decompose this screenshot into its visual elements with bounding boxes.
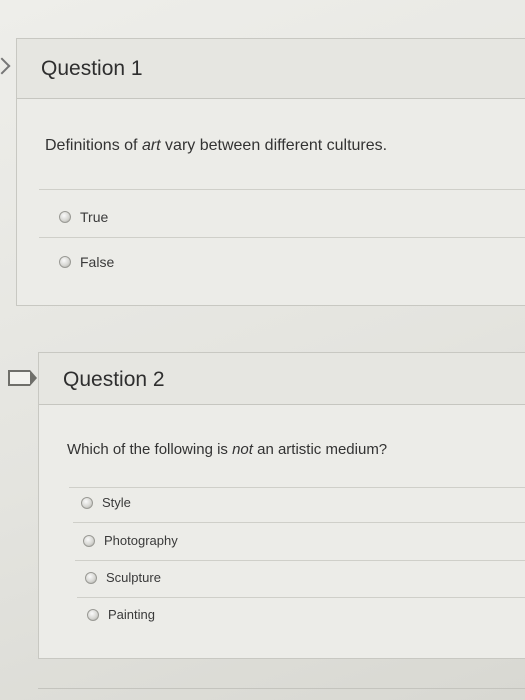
divider bbox=[77, 597, 525, 598]
radio-button-icon[interactable] bbox=[59, 256, 71, 268]
radio-button-icon[interactable] bbox=[87, 608, 99, 621]
divider bbox=[75, 560, 525, 561]
radio-button-icon[interactable] bbox=[59, 211, 71, 223]
question-1-prompt: Definitions of art vary between differen… bbox=[45, 137, 387, 155]
chevron-right-icon[interactable] bbox=[0, 57, 11, 75]
option-label: False bbox=[80, 254, 115, 270]
option-label: Painting bbox=[108, 607, 155, 622]
option-style[interactable]: Style bbox=[81, 495, 131, 510]
question-2-card: Question 2 Which of the following is not… bbox=[38, 352, 525, 659]
radio-button-icon[interactable] bbox=[85, 571, 97, 584]
quiz-page: Question 1 Definitions of art vary betwe… bbox=[0, 0, 525, 700]
question-2-title: Question 2 bbox=[63, 368, 165, 391]
divider bbox=[73, 522, 525, 523]
question-1-title: Question 1 bbox=[41, 57, 143, 80]
question-1-prompt-end: vary between different cultures. bbox=[160, 137, 388, 154]
radio-button-icon[interactable] bbox=[83, 534, 95, 547]
divider bbox=[69, 487, 525, 488]
question-1-prompt-emphasis: art bbox=[141, 137, 161, 154]
option-true[interactable]: True bbox=[59, 209, 108, 225]
divider bbox=[38, 688, 525, 689]
option-label: Style bbox=[102, 495, 131, 510]
question-1-header: Question 1 bbox=[17, 39, 525, 99]
question-2-prompt-start: Which of the following is bbox=[67, 441, 233, 458]
option-label: Sculpture bbox=[106, 570, 161, 585]
option-sculpture[interactable]: Sculpture bbox=[85, 570, 161, 585]
question-1-card: Question 1 Definitions of art vary betwe… bbox=[16, 38, 525, 306]
option-painting[interactable]: Painting bbox=[87, 607, 155, 622]
option-photography[interactable]: Photography bbox=[83, 533, 178, 548]
bookmark-flag-icon[interactable] bbox=[8, 370, 37, 386]
question-2-prompt: Which of the following is not an artisti… bbox=[67, 441, 387, 458]
question-2-prompt-emphasis: not bbox=[232, 441, 253, 458]
question-2-prompt-end: an artistic medium? bbox=[252, 441, 388, 458]
question-1-prompt-start: Definitions of bbox=[45, 137, 142, 154]
option-false[interactable]: False bbox=[59, 254, 114, 270]
option-label: True bbox=[80, 209, 109, 225]
radio-button-icon[interactable] bbox=[81, 496, 93, 509]
option-label: Photography bbox=[104, 533, 178, 548]
question-2-header: Question 2 bbox=[39, 353, 525, 405]
divider bbox=[39, 237, 525, 238]
divider bbox=[39, 189, 525, 190]
